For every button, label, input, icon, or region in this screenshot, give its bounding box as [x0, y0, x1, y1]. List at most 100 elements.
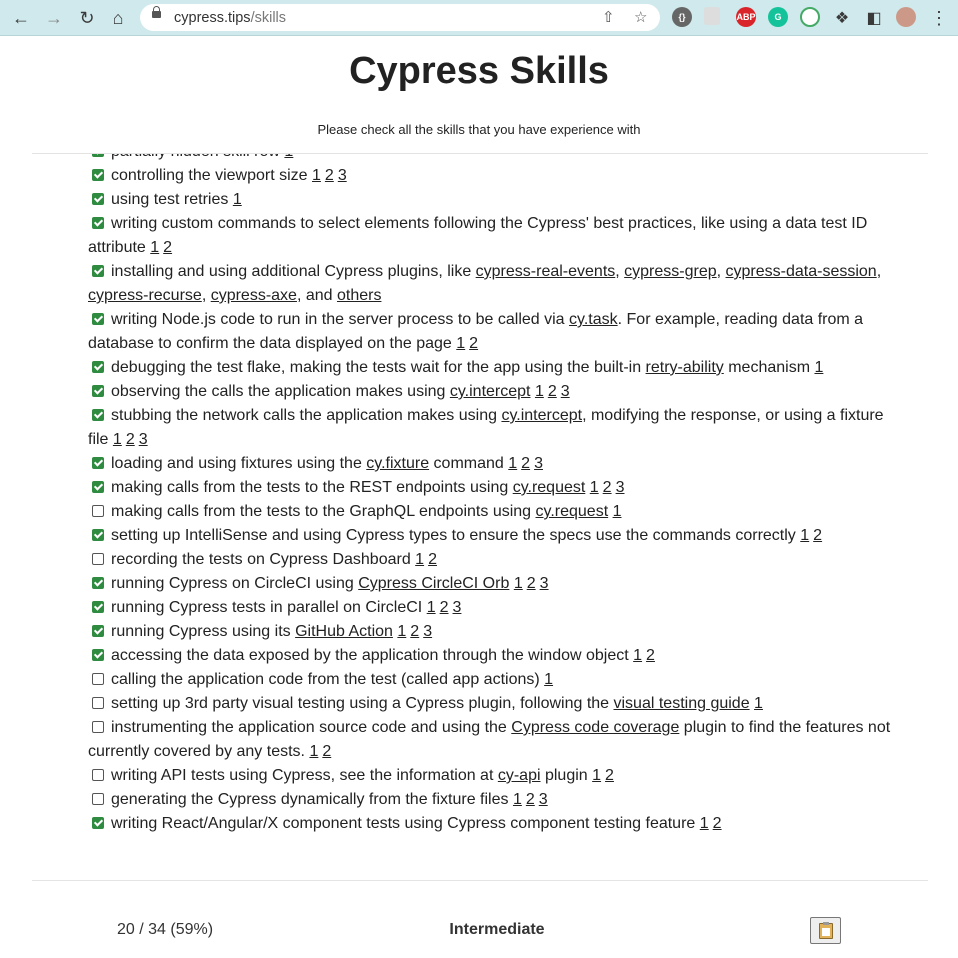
reference-link[interactable]: 1: [508, 455, 517, 472]
reference-link[interactable]: 3: [540, 575, 549, 592]
skills-scroll-area[interactable]: partially hidden skill row 1controlling …: [32, 154, 928, 848]
skill-link[interactable]: cy.request: [536, 503, 609, 520]
reference-link[interactable]: 2: [813, 527, 822, 544]
skill-link[interactable]: Cypress code coverage: [511, 719, 679, 736]
skill-link[interactable]: retry-ability: [646, 359, 724, 376]
reference-link[interactable]: 2: [603, 479, 612, 496]
skill-checkbox[interactable]: [92, 217, 104, 229]
skill-link[interactable]: visual testing guide: [614, 695, 750, 712]
home-icon[interactable]: ⌂: [107, 7, 129, 29]
skill-link[interactable]: cypress-recurse: [88, 287, 202, 304]
address-bar[interactable]: cypress.tips/skills ⇧ ☆: [140, 4, 660, 31]
reference-link[interactable]: 1: [613, 503, 622, 520]
skill-link[interactable]: cypress-data-session: [726, 263, 877, 280]
reference-link[interactable]: 2: [440, 599, 449, 616]
bookmark-star-icon[interactable]: ☆: [634, 8, 647, 26]
skill-checkbox[interactable]: [92, 193, 104, 205]
skill-link[interactable]: cy.fixture: [366, 455, 429, 472]
reference-link[interactable]: 2: [527, 575, 536, 592]
skill-link[interactable]: GitHub Action: [295, 623, 393, 640]
reference-link[interactable]: 1: [150, 239, 159, 256]
profile-avatar[interactable]: [896, 7, 916, 27]
reference-link[interactable]: 1: [456, 335, 465, 352]
reference-link[interactable]: 1: [590, 479, 599, 496]
skill-checkbox[interactable]: [92, 361, 104, 373]
skill-checkbox[interactable]: [92, 769, 104, 781]
share-icon[interactable]: ⇧: [602, 8, 615, 26]
skill-link[interactable]: others: [337, 287, 381, 304]
skill-checkbox[interactable]: [92, 625, 104, 637]
reference-link[interactable]: 1: [800, 527, 809, 544]
skill-checkbox[interactable]: [92, 457, 104, 469]
reference-link[interactable]: 1: [633, 647, 642, 664]
privacy-extension-icon[interactable]: [800, 7, 820, 27]
reference-link[interactable]: 3: [539, 791, 548, 808]
puzzle-extensions-icon[interactable]: ❖: [831, 7, 853, 29]
reference-link[interactable]: 2: [322, 743, 331, 760]
skill-link[interactable]: cy.intercept: [501, 407, 582, 424]
skill-checkbox[interactable]: [92, 553, 104, 565]
reload-icon[interactable]: ↻: [76, 7, 98, 29]
reference-link[interactable]: 1: [814, 359, 823, 376]
skill-checkbox[interactable]: [92, 313, 104, 325]
skill-checkbox[interactable]: [92, 577, 104, 589]
reference-link[interactable]: 3: [616, 479, 625, 496]
reference-link[interactable]: 3: [423, 623, 432, 640]
skill-link[interactable]: cypress-grep: [624, 263, 716, 280]
skill-checkbox[interactable]: [92, 721, 104, 733]
reference-link[interactable]: 3: [534, 455, 543, 472]
reference-link[interactable]: 2: [713, 815, 722, 832]
reference-link[interactable]: 3: [453, 599, 462, 616]
reference-link[interactable]: 1: [113, 431, 122, 448]
reference-link[interactable]: 2: [646, 647, 655, 664]
skill-checkbox[interactable]: [92, 529, 104, 541]
reference-link[interactable]: 3: [561, 383, 570, 400]
reference-link[interactable]: 2: [163, 239, 172, 256]
skill-checkbox[interactable]: [92, 697, 104, 709]
reference-link[interactable]: 1: [312, 167, 321, 184]
copy-button[interactable]: [810, 917, 841, 944]
skill-link[interactable]: cy.intercept: [450, 383, 531, 400]
side-panel-icon[interactable]: ◧: [863, 7, 885, 29]
skill-checkbox[interactable]: [92, 793, 104, 805]
skill-checkbox[interactable]: [92, 673, 104, 685]
reference-link[interactable]: 1: [544, 671, 553, 688]
reference-link[interactable]: 2: [469, 335, 478, 352]
reference-link[interactable]: 1: [700, 815, 709, 832]
reference-link[interactable]: 1: [514, 575, 523, 592]
reference-link[interactable]: 3: [139, 431, 148, 448]
reference-link[interactable]: 2: [605, 767, 614, 784]
extension-icon[interactable]: {}: [672, 7, 692, 27]
reference-link[interactable]: 1: [592, 767, 601, 784]
reference-link[interactable]: 2: [428, 551, 437, 568]
adblock-icon[interactable]: ABP: [736, 7, 756, 27]
skill-checkbox[interactable]: [92, 601, 104, 613]
skill-checkbox[interactable]: [92, 481, 104, 493]
skill-link[interactable]: Cypress CircleCI Orb: [358, 575, 509, 592]
reference-link[interactable]: 1: [754, 695, 763, 712]
reference-link[interactable]: 1: [284, 154, 293, 160]
reference-link[interactable]: 1: [415, 551, 424, 568]
skill-link[interactable]: cy.task: [569, 311, 618, 328]
reference-link[interactable]: 1: [309, 743, 318, 760]
reference-link[interactable]: 1: [427, 599, 436, 616]
reference-link[interactable]: 2: [521, 455, 530, 472]
skill-checkbox[interactable]: [92, 265, 104, 277]
skill-link[interactable]: cy.request: [513, 479, 586, 496]
skill-link[interactable]: cypress-axe: [211, 287, 297, 304]
document-extension-icon[interactable]: [704, 7, 720, 25]
reference-link[interactable]: 2: [325, 167, 334, 184]
url-text[interactable]: cypress.tips/skills: [174, 10, 286, 26]
skill-link[interactable]: cypress-real-events: [476, 263, 616, 280]
reference-link[interactable]: 2: [548, 383, 557, 400]
reference-link[interactable]: 2: [126, 431, 135, 448]
grammarly-icon[interactable]: G: [768, 7, 788, 27]
skill-checkbox[interactable]: [92, 385, 104, 397]
skill-checkbox[interactable]: [92, 154, 104, 157]
skill-checkbox[interactable]: [92, 169, 104, 181]
skill-checkbox[interactable]: [92, 505, 104, 517]
skill-link[interactable]: cy-api: [498, 767, 541, 784]
forward-arrow-icon[interactable]: →: [43, 7, 65, 29]
reference-link[interactable]: 1: [513, 791, 522, 808]
skill-checkbox[interactable]: [92, 409, 104, 421]
